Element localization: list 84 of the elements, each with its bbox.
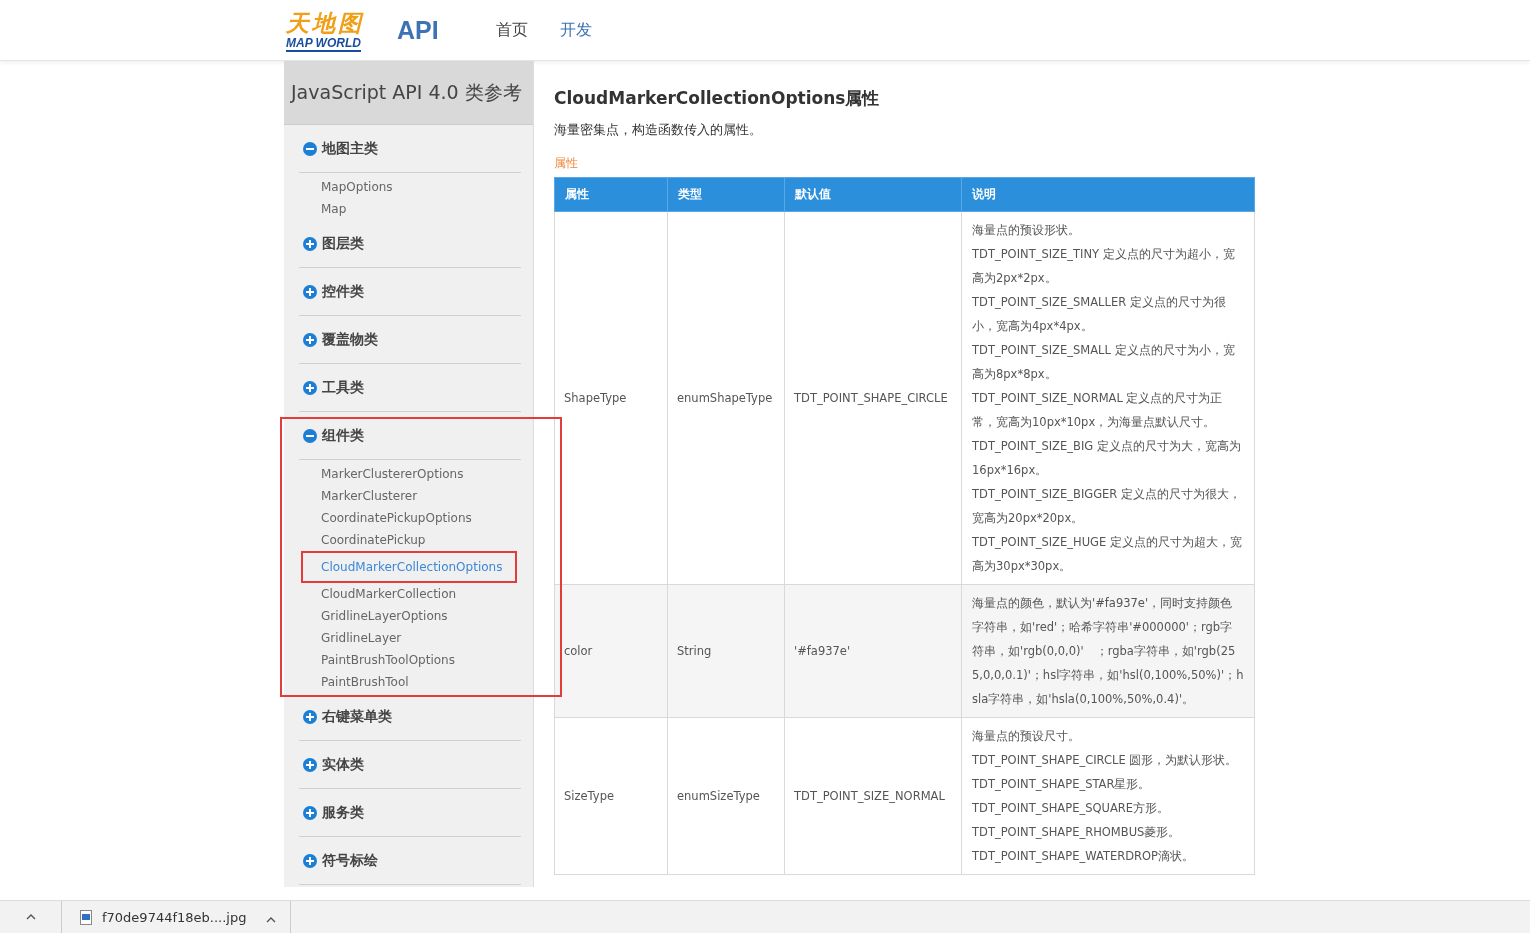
table-cell: enumSizeType (667, 717, 785, 875)
description-line: TDT_POINT_SHAPE_CIRCLE 圆形，为默认形状。 (972, 752, 1239, 769)
class-link[interactable]: Map (321, 198, 347, 220)
class-link[interactable]: PaintBrushToolOptions (321, 649, 455, 671)
page-title: CloudMarkerCollectionOptions属性 (554, 87, 881, 110)
section-label: 属性 (554, 155, 579, 171)
category-label: 右键菜单类 (322, 707, 392, 726)
description-line: TDT_POINT_SHAPE_WATERDROP滴状。 (972, 848, 1195, 865)
category-heading[interactable]: 服务类 (299, 789, 521, 837)
nav-link[interactable]: 开发 (559, 19, 592, 41)
category-heading[interactable]: 图层类 (299, 220, 521, 268)
expand-icon[interactable] (303, 380, 317, 395)
column-header: 说明 (961, 177, 1255, 212)
class-link[interactable]: MapOptions (321, 176, 393, 198)
image-file-icon (80, 909, 92, 925)
category-heading[interactable]: 工具类 (299, 364, 521, 412)
expand-icon[interactable] (303, 332, 317, 347)
table-cell: TDT_POINT_SIZE_NORMAL (784, 717, 962, 875)
expand-icon[interactable] (303, 757, 317, 772)
category-label: 符号标绘 (322, 851, 378, 870)
nav-link[interactable]: 首页 (495, 19, 528, 41)
category-heading[interactable]: 覆盖物类 (299, 316, 521, 364)
category-heading[interactable]: 组件类 (299, 412, 521, 460)
class-link[interactable]: CoordinatePickup (321, 529, 426, 551)
description-line: TDT_POINT_SIZE_NORMAL 定义点的尺寸为正常，宽高为10px*10px，为海量点默认尺寸。 (972, 390, 1224, 431)
class-link[interactable]: GridlineLayerOptions (321, 605, 448, 627)
file-name: f70de9744f18eb....jpg (102, 909, 247, 925)
table-cell: '#fa937e' (784, 584, 962, 718)
table-cell: ShapeType (554, 211, 668, 585)
description-line: TDT_POINT_SIZE_BIG 定义点的尺寸为大，宽高为16px*16px。 (972, 438, 1242, 479)
page-description: 海量密集点，构造函数传入的属性。 (554, 121, 763, 139)
description-line: 海量点的预设尺寸。 (972, 728, 1081, 745)
category-label: 图层类 (322, 234, 364, 253)
description-line: 海量点的预设形状。 (972, 222, 1081, 239)
category-heading[interactable]: 右键菜单类 (299, 693, 521, 741)
description-line: 海量点的颜色，默认为'#fa937e'，同时支持颜色字符串，如'red'；哈希字符串'#000000'；rgb字符串，如'rgb(0,0,0)' ；rgba字符串，如'rgb(255,0,0,0.1)'；hsl字符串，如'hsl(0,100%,50%)'；hsla字符串，如'hsla(0,100%,50%,0.4)'。 (972, 595, 1244, 708)
table-cell: SizeType (554, 717, 668, 875)
description-line: TDT_POINT_SHAPE_STAR星形。 (972, 776, 1152, 793)
description-line: TDT_POINT_SIZE_SMALLER 定义点的尺寸为很小，宽高为4px*4px。 (972, 294, 1227, 335)
category-heading[interactable]: 地图主类 (299, 125, 521, 173)
description-line: TDT_POINT_SIZE_HUGE 定义点的尺寸为超大，宽高为30px*30px。 (972, 534, 1243, 575)
logo-text: 天地图 (286, 10, 364, 36)
column-header: 默认值 (784, 177, 962, 212)
table-cell: enumShapeType (667, 211, 785, 585)
class-link[interactable]: CloudMarkerCollection (321, 583, 457, 605)
description-line: TDT_POINT_SIZE_BIGGER 定义点的尺寸为很大，宽高为20px*20px。 (972, 486, 1242, 527)
class-link[interactable]: GridlineLayer (321, 627, 402, 649)
category-heading[interactable]: 控件类 (299, 268, 521, 316)
logo-subtitle: MAP WORLD (286, 36, 361, 52)
table-cell: TDT_POINT_SHAPE_CIRCLE (784, 211, 962, 585)
column-header: 属性 (554, 177, 668, 212)
class-link[interactable]: MarkerClustererOptions (321, 463, 464, 485)
collapse-icon[interactable] (303, 141, 317, 156)
expand-icon[interactable] (303, 236, 317, 251)
table-cell: color (554, 584, 668, 718)
description-line: TDT_POINT_SHAPE_RHOMBUS菱形。 (972, 824, 1182, 841)
class-link[interactable]: PaintBrushTool (321, 671, 409, 693)
category-heading[interactable]: 符号标绘 (299, 837, 521, 885)
category-label: 覆盖物类 (322, 330, 378, 349)
expand-icon[interactable] (303, 284, 317, 299)
category-label: 组件类 (322, 426, 364, 445)
download-item[interactable]: f70de9744f18eb....jpg (62, 900, 292, 933)
description-line: TDT_POINT_SIZE_TINY 定义点的尺寸为超小，宽高为2px*2px。 (972, 246, 1236, 287)
class-link[interactable]: CloudMarkerCollectionOptions (321, 556, 503, 578)
sidebar-title: JavaScript API 4.0 类参考 (284, 61, 533, 125)
category-label: 工具类 (322, 378, 364, 397)
category-label: 实体类 (322, 755, 364, 774)
description-line: TDT_POINT_SHAPE_SQUARE方形。 (972, 800, 1171, 817)
chevron-up-icon (25, 914, 36, 920)
category-label: 地图主类 (322, 139, 378, 158)
table-cell: String (667, 584, 785, 718)
expand-icon[interactable] (303, 853, 317, 868)
description-line: TDT_POINT_SIZE_SMALL 定义点的尺寸为小，宽高为8px*8px。 (972, 342, 1236, 383)
column-header: 类型 (667, 177, 785, 212)
category-label: 控件类 (322, 282, 364, 301)
expand-icon[interactable] (303, 709, 317, 724)
chevron-up-icon (266, 916, 277, 923)
product-title: API (397, 15, 439, 45)
class-link[interactable]: CoordinatePickupOptions (321, 507, 472, 529)
category-label: 服务类 (322, 803, 364, 822)
class-link[interactable]: MarkerClusterer (321, 485, 418, 507)
expand-icon[interactable] (303, 805, 317, 820)
collapse-icon[interactable] (303, 428, 317, 443)
category-heading[interactable]: 实体类 (299, 741, 521, 789)
